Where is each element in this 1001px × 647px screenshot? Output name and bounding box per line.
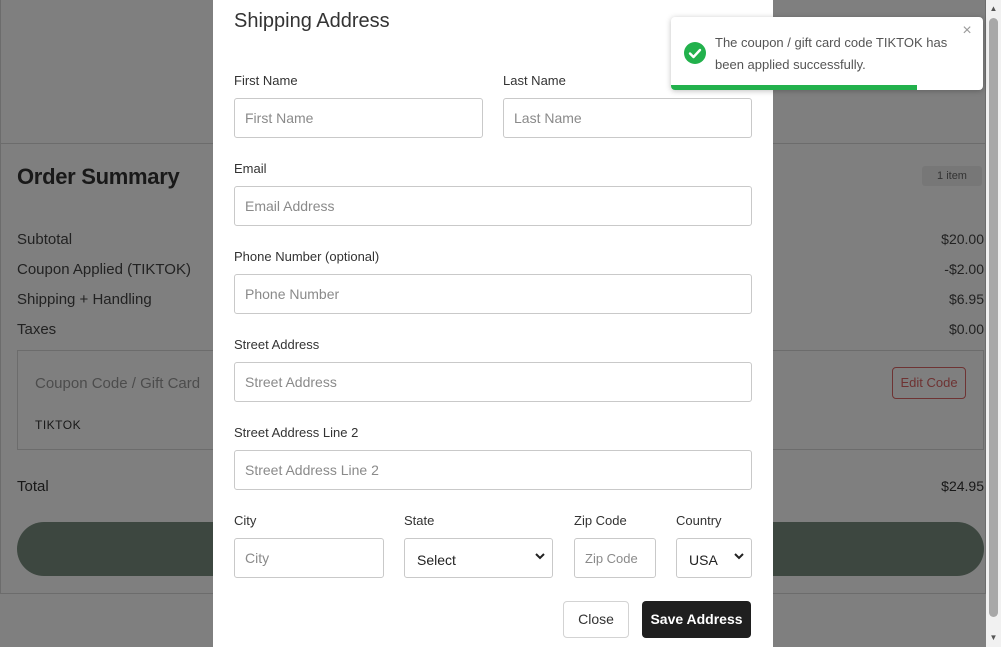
close-icon[interactable]: × — [960, 23, 974, 39]
last-name-label: Last Name — [503, 73, 566, 88]
page-scrollbar[interactable]: ▲ ▼ — [986, 0, 1001, 647]
toast-progress-bar — [671, 85, 918, 90]
phone-input[interactable] — [234, 274, 752, 314]
country-select-value: USA — [689, 552, 718, 568]
street-address-2-input[interactable] — [234, 450, 752, 490]
city-input[interactable] — [234, 538, 384, 578]
check-circle-icon — [684, 42, 706, 64]
toast-progress-track — [671, 85, 983, 90]
phone-label: Phone Number (optional) — [234, 249, 380, 264]
street-address-label: Street Address — [234, 337, 320, 352]
city-label: City — [234, 513, 257, 528]
first-name-input[interactable] — [234, 98, 483, 138]
chevron-down-icon — [535, 553, 545, 560]
email-input[interactable] — [234, 186, 752, 226]
country-select[interactable]: USA — [676, 538, 752, 578]
street-address-2-label: Street Address Line 2 — [234, 425, 359, 440]
chevron-down-icon — [734, 553, 744, 560]
zip-code-input[interactable] — [574, 538, 656, 578]
scroll-up-arrow-icon[interactable]: ▲ — [986, 2, 1001, 16]
toast-message: The coupon / gift card code TIKTOK has b… — [715, 35, 948, 72]
shipping-address-modal: Shipping Address First Name Last Name Em… — [213, 0, 773, 647]
zip-code-label: Zip Code — [574, 513, 627, 528]
success-toast: The coupon / gift card code TIKTOK has b… — [671, 17, 983, 90]
modal-title: Shipping Address — [234, 10, 390, 32]
first-name-label: First Name — [234, 73, 298, 88]
state-select-value: Select — [417, 552, 456, 568]
street-address-input[interactable] — [234, 362, 752, 402]
save-address-button[interactable]: Save Address — [642, 601, 751, 638]
scrollbar-thumb[interactable] — [989, 18, 998, 617]
state-select[interactable]: Select — [404, 538, 553, 578]
state-label: State — [404, 513, 435, 528]
email-label: Email — [234, 161, 267, 176]
country-label: Country — [676, 513, 722, 528]
last-name-input[interactable] — [503, 98, 752, 138]
scroll-down-arrow-icon[interactable]: ▼ — [986, 631, 1001, 645]
close-button[interactable]: Close — [563, 601, 629, 638]
